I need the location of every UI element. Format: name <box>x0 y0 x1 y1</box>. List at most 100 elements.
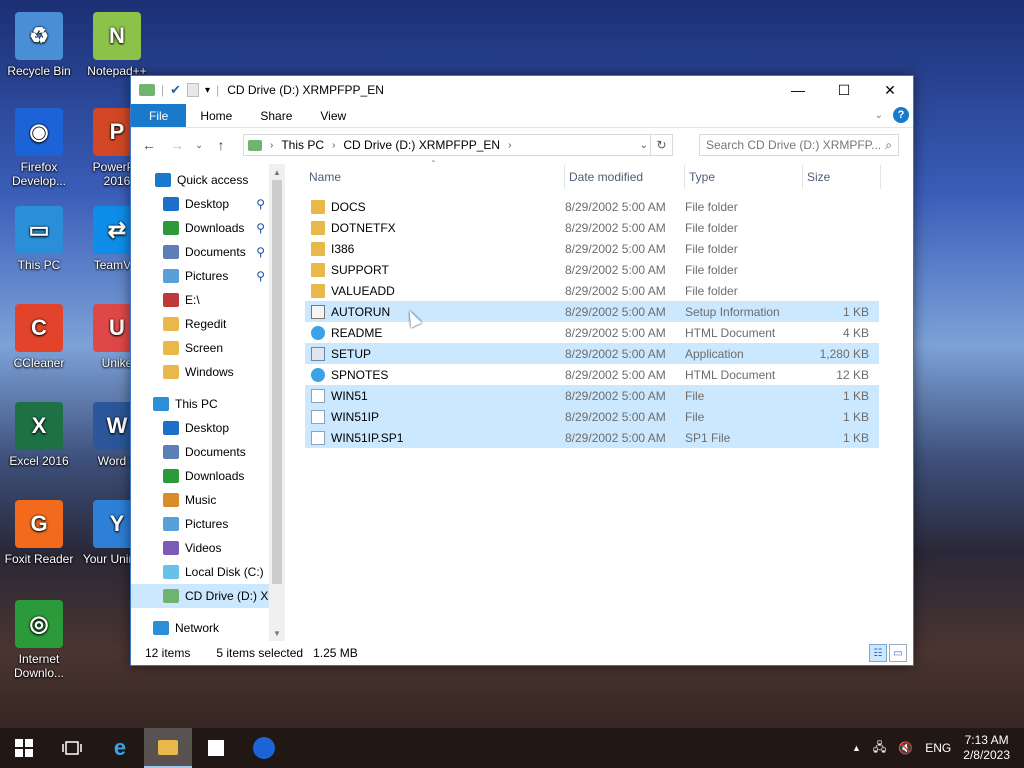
back-button[interactable]: ← <box>137 137 161 153</box>
taskbar-ie[interactable]: e <box>96 728 144 768</box>
file-icon <box>311 409 325 424</box>
nav-pc-item[interactable]: Desktop <box>131 416 269 440</box>
file-type: HTML Document <box>685 367 776 382</box>
nav-screen[interactable]: Screen <box>131 336 269 360</box>
volume-muted-icon[interactable]: 🔇 <box>898 741 913 755</box>
taskbar-file-explorer[interactable] <box>144 728 192 768</box>
nav-windows[interactable]: Windows <box>131 360 269 384</box>
desktop-icon[interactable]: N Notepad++ <box>80 12 154 78</box>
refresh-button[interactable]: ↻ <box>650 135 672 155</box>
file-row[interactable]: WIN51IP.SP1 8/29/2002 5:00 AM SP1 File 1 KB <box>305 427 879 448</box>
nav-scrollbar[interactable]: ▲ ▼ <box>269 164 285 641</box>
file-row[interactable]: DOCS 8/29/2002 5:00 AM File folder <box>305 196 879 217</box>
desktop-icon[interactable]: C CCleaner <box>2 304 76 370</box>
minimize-button[interactable]: — <box>775 76 821 104</box>
file-row[interactable]: I386 8/29/2002 5:00 AM File folder <box>305 238 879 259</box>
column-name[interactable]: Name <box>305 165 565 189</box>
task-view-button[interactable] <box>48 728 96 768</box>
nav-local-disk[interactable]: Local Disk (C:) <box>131 560 269 584</box>
folder-icon <box>163 421 179 435</box>
file-name-cell: WIN51IP <box>305 409 565 424</box>
desktop-icon[interactable]: ◎ Internet Downlo... <box>2 600 76 680</box>
breadcrumb-separator[interactable]: › <box>332 140 335 151</box>
pin-icon[interactable]: ⚲ <box>256 269 265 283</box>
title-bar[interactable]: | ✔ ▾ | CD Drive (D:) XRMPFPP_EN — ☐ ✕ <box>131 76 913 104</box>
file-row[interactable]: WIN51 8/29/2002 5:00 AM File 1 KB <box>305 385 879 406</box>
nav-cd-drive[interactable]: CD Drive (D:) XR <box>131 584 277 608</box>
language-indicator[interactable]: ENG <box>925 741 951 755</box>
tab-file[interactable]: File <box>131 104 187 127</box>
address-bar[interactable]: › This PC › CD Drive (D:) XRMPFPP_EN › ⌄… <box>243 134 673 156</box>
file-row[interactable]: VALUEADD 8/29/2002 5:00 AM File folder <box>305 280 879 301</box>
taskbar-firefox[interactable] <box>240 728 288 768</box>
breadcrumb-this-pc[interactable]: This PC <box>281 138 324 152</box>
close-button[interactable]: ✕ <box>867 76 913 104</box>
recent-locations-icon[interactable]: ⌄ <box>193 140 205 151</box>
nav-quick-item[interactable]: Downloads ⚲ <box>131 216 269 240</box>
nav-pc-item[interactable]: Documents <box>131 440 269 464</box>
maximize-button[interactable]: ☐ <box>821 76 867 104</box>
pin-icon[interactable]: ⚲ <box>256 221 265 235</box>
desktop-icon[interactable]: ◉ Firefox Develop... <box>2 108 76 188</box>
nav-pc-item[interactable]: Videos <box>131 536 269 560</box>
column-size[interactable]: Size <box>803 165 881 189</box>
desktop-icon[interactable]: ♻ Recycle Bin <box>2 12 76 78</box>
tab-share[interactable]: Share <box>246 104 306 127</box>
expand-ribbon-icon[interactable]: ⌄ <box>875 110 883 121</box>
folder-icon <box>311 262 325 277</box>
clock[interactable]: 7:13 AM 2/8/2023 <box>963 733 1010 763</box>
scroll-down-icon[interactable]: ▼ <box>269 625 285 641</box>
details-view-button[interactable]: ☷ <box>869 644 887 662</box>
network-icon[interactable]: 🖧 <box>873 738 886 759</box>
nav-network[interactable]: Network <box>131 616 269 640</box>
taskbar-store[interactable] <box>192 728 240 768</box>
nav-quick-item[interactable]: Documents ⚲ <box>131 240 269 264</box>
search-input[interactable]: Search CD Drive (D:) XRMPFP... ⌕ <box>699 134 899 156</box>
nav-quick-item[interactable]: Desktop ⚲ <box>131 192 269 216</box>
tab-home[interactable]: Home <box>186 104 246 127</box>
nav-regedit[interactable]: Regedit <box>131 312 269 336</box>
scroll-up-icon[interactable]: ▲ <box>269 164 285 180</box>
file-row[interactable]: DOTNETFX 8/29/2002 5:00 AM File folder <box>305 217 879 238</box>
pin-icon[interactable]: ⚲ <box>256 245 265 259</box>
nav-quick-access[interactable]: Quick access <box>131 168 269 192</box>
breadcrumb-separator[interactable]: › <box>270 140 273 151</box>
large-icons-view-button[interactable]: ▭ <box>889 644 907 662</box>
scroll-thumb[interactable] <box>272 180 282 584</box>
new-folder-icon[interactable] <box>187 83 200 97</box>
desktop-icon[interactable]: X Excel 2016 <box>2 402 76 468</box>
nav-pc-item[interactable]: Downloads <box>131 464 269 488</box>
pin-icon[interactable]: ⚲ <box>256 197 265 211</box>
start-button[interactable] <box>0 728 48 768</box>
column-type[interactable]: Type <box>685 165 803 189</box>
nav-e-drive[interactable]: E:\ <box>131 288 269 312</box>
nav-this-pc[interactable]: This PC <box>131 392 269 416</box>
nav-pc-item[interactable]: Pictures <box>131 512 269 536</box>
address-dropdown-icon[interactable]: ⌄ <box>640 140 648 151</box>
file-row[interactable]: SUPPORT 8/29/2002 5:00 AM File folder <box>305 259 879 280</box>
desktop-icon[interactable]: ▭ This PC <box>2 206 76 272</box>
tab-view[interactable]: View <box>306 104 360 127</box>
address-row: ← → ⌄ ↑ › This PC › CD Drive (D:) XRMPFP… <box>131 128 913 162</box>
file-row[interactable]: README 8/29/2002 5:00 AM HTML Document 4 KB <box>305 322 879 343</box>
file-row[interactable]: WIN51IP 8/29/2002 5:00 AM File 1 KB <box>305 406 879 427</box>
chevron-up-icon[interactable]: ▲ <box>852 743 861 753</box>
nav-quick-item[interactable]: Pictures ⚲ <box>131 264 269 288</box>
html-icon <box>311 325 325 340</box>
desktop-icon[interactable]: G Foxit Reader <box>2 500 76 566</box>
nav-pc-item[interactable]: Music <box>131 488 269 512</box>
help-icon[interactable]: ? <box>893 107 909 123</box>
nav-label: Downloads <box>185 221 245 235</box>
chevron-down-icon[interactable]: ▾ <box>205 85 210 96</box>
breadcrumb-cd-drive[interactable]: CD Drive (D:) XRMPFPP_EN <box>343 138 500 152</box>
folder-icon <box>163 493 179 507</box>
properties-icon[interactable]: ✔ <box>170 82 181 98</box>
forward-button[interactable]: → <box>165 137 189 153</box>
column-date[interactable]: Date modified <box>565 165 685 189</box>
file-row[interactable]: SPNOTES 8/29/2002 5:00 AM HTML Document 12 … <box>305 364 879 385</box>
file-row[interactable]: SETUP 8/29/2002 5:00 AM Application 1,280 K… <box>305 343 879 364</box>
breadcrumb-separator[interactable]: › <box>508 140 511 151</box>
up-button[interactable]: ↑ <box>209 137 233 153</box>
file-type: File folder <box>685 241 738 256</box>
file-row[interactable]: AUTORUN 8/29/2002 5:00 AM Setup Informatio… <box>305 301 879 322</box>
